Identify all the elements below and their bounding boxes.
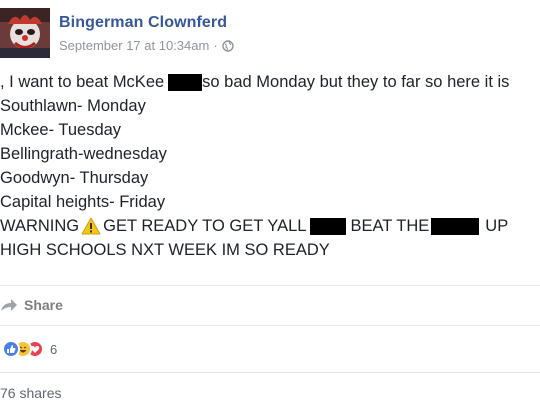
post-line: HIGH SCHOOLS NXT WEEK IM SO READY bbox=[0, 238, 540, 262]
share-button[interactable]: Share bbox=[0, 292, 63, 318]
post-text: GET READY TO GET YALL bbox=[103, 217, 307, 235]
divider bbox=[0, 325, 540, 326]
post-text: Mckee- Tuesday bbox=[0, 121, 122, 139]
divider bbox=[0, 285, 540, 286]
post-line: Mckee- Tuesday bbox=[0, 118, 540, 142]
post-text: so bad Monday but they to far so here it… bbox=[202, 73, 510, 91]
post-line: WARNING GET READY TO GET YALL BEAT THE U… bbox=[0, 214, 540, 238]
post-text: BEAT THE bbox=[350, 217, 430, 235]
reactions-summary[interactable]: 6 bbox=[2, 339, 57, 359]
post-text: Bellingrath-wednesday bbox=[0, 145, 167, 163]
post-text: Capital heights- Friday bbox=[0, 193, 166, 211]
post-text: Goodwyn- Thursday bbox=[0, 169, 149, 187]
redaction-bar bbox=[310, 217, 347, 235]
author-name[interactable]: Bingerman Clownferd bbox=[59, 14, 227, 32]
meta-separator: · bbox=[213, 38, 218, 53]
post-body: , I want to beat McKee so bad Monday but… bbox=[0, 70, 540, 262]
like-icon bbox=[2, 340, 20, 358]
post-text: HIGH SCHOOLS NXT WEEK IM SO READY bbox=[0, 241, 330, 259]
share-label: Share bbox=[24, 297, 63, 313]
post-text: Southlawn- Monday bbox=[0, 97, 146, 115]
avatar[interactable] bbox=[0, 8, 50, 58]
timestamp[interactable]: September 17 at 10:34am bbox=[59, 38, 209, 53]
post-meta: September 17 at 10:34am · bbox=[59, 38, 234, 53]
reaction-count: 6 bbox=[50, 341, 58, 357]
post-line: Bellingrath-wednesday bbox=[0, 142, 540, 166]
redaction-bar bbox=[168, 73, 203, 91]
post-line: Goodwyn- Thursday bbox=[0, 166, 540, 190]
post-line: Southlawn- Monday bbox=[0, 94, 540, 118]
shares-count[interactable]: 76 shares bbox=[0, 385, 61, 401]
divider bbox=[0, 372, 540, 373]
warning-emoji-icon bbox=[81, 217, 101, 235]
share-arrow-icon bbox=[1, 299, 17, 311]
post-text: UP bbox=[485, 217, 509, 235]
post-header: Bingerman Clownferd September 17 at 10:3… bbox=[0, 0, 540, 64]
globe-icon[interactable] bbox=[221, 39, 234, 52]
redaction-bar bbox=[431, 217, 480, 235]
post-line: , I want to beat McKee so bad Monday but… bbox=[0, 70, 540, 94]
post-text: , I want to beat McKee bbox=[0, 73, 165, 91]
post-line: Capital heights- Friday bbox=[0, 190, 540, 214]
post-text: WARNING bbox=[0, 217, 80, 235]
